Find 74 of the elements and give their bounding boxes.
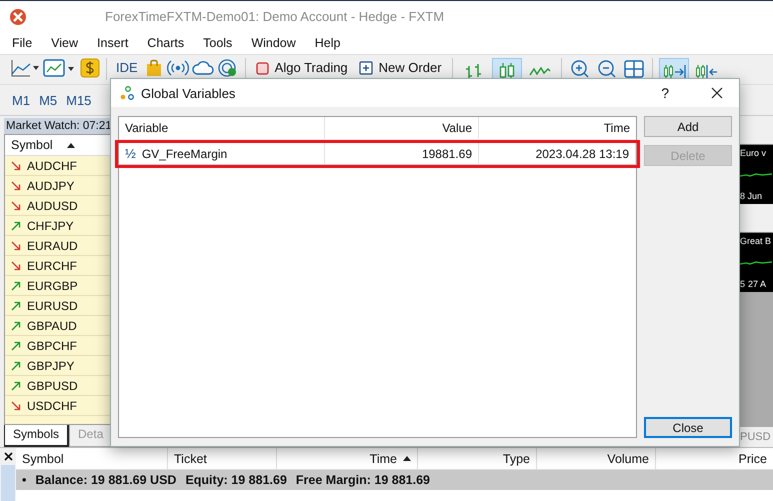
- column-header[interactable]: Volume: [537, 448, 656, 469]
- up-arrow-icon: [11, 340, 21, 350]
- new-order-button[interactable]: New Order: [354, 60, 446, 76]
- panel-title: Market Watch: 07:21: [4, 118, 112, 134]
- table-cell: 2023.04.28 13:19: [536, 146, 629, 160]
- down-arrow-icon: [11, 160, 21, 170]
- chart-panel[interactable]: Euro v 8 Jun: [738, 144, 773, 204]
- account-summary: Free Margin: 19 881.69: [296, 473, 430, 487]
- menu-item[interactable]: File: [4, 36, 40, 50]
- up-arrow-icon: [11, 380, 21, 390]
- up-arrow-icon: [11, 320, 21, 330]
- price-line-drawing: [740, 258, 772, 266]
- dots-icon: [119, 85, 135, 101]
- side-panel-strip: [1, 465, 15, 501]
- column-header[interactable]: Price: [656, 448, 773, 469]
- up-arrow-icon: [11, 280, 21, 290]
- dialog-button[interactable]: Add: [644, 116, 732, 137]
- ide-button[interactable]: IDE: [113, 60, 141, 76]
- highlighted-row[interactable]: ½ GV_FreeMargin 19881.69 2023.04.28 13:19: [115, 140, 640, 168]
- menu-item[interactable]: Tools: [195, 36, 240, 50]
- menu-item[interactable]: Window: [243, 36, 304, 50]
- sort-arrow-icon: [66, 142, 75, 148]
- chart-title: Euro v: [740, 148, 768, 158]
- up-arrow-icon: [11, 300, 21, 310]
- timeframe-button[interactable]: M5: [39, 92, 58, 108]
- column-header[interactable]: Time: [479, 117, 636, 139]
- logo-icon: [9, 8, 27, 26]
- tile-windows-icon[interactable]: [622, 58, 646, 80]
- price-line-drawing: [740, 170, 772, 178]
- down-arrow-icon: [11, 240, 21, 250]
- menu-item[interactable]: Help: [306, 36, 348, 50]
- column-header[interactable]: Symbol: [16, 448, 168, 469]
- menu-item[interactable]: Insert: [89, 36, 136, 50]
- dialog-title: Global Variables: [141, 86, 236, 100]
- column-header[interactable]: Type: [418, 448, 537, 469]
- column-header[interactable]: Time: [277, 448, 418, 469]
- broadcast-icon[interactable]: [166, 58, 189, 78]
- close-icon[interactable]: [4, 452, 12, 461]
- chart-window-icon[interactable]: [43, 58, 77, 80]
- stop-icon: [256, 62, 269, 74]
- bullet: •: [22, 473, 26, 487]
- column-header[interactable]: Value: [325, 117, 479, 139]
- up-arrow-icon: [11, 220, 21, 230]
- down-arrow-icon: [11, 180, 21, 190]
- chart-panel[interactable]: Great B 5 27 A: [738, 232, 773, 292]
- table-cell: 19881.69: [422, 146, 472, 160]
- down-arrow-icon: [11, 260, 21, 270]
- help-button[interactable]: ?: [661, 85, 669, 101]
- plus-icon: [358, 61, 373, 75]
- axis-label: 5: [740, 279, 746, 289]
- timeframe-button[interactable]: M15: [66, 92, 92, 108]
- signal-icon[interactable]: [216, 58, 239, 78]
- dialog-button[interactable]: Close: [644, 417, 732, 438]
- algo-trading-button[interactable]: Algo Trading: [252, 60, 352, 76]
- column-header[interactable]: Ticket: [168, 448, 277, 469]
- window-title: ForexTimeFXTM-Demo01: Demo Account - Hedge - FXTM: [105, 9, 444, 24]
- close-icon[interactable]: [711, 87, 723, 99]
- account-summary: Equity: 19 881.69: [185, 473, 287, 487]
- axis-label: 27 A: [748, 279, 766, 289]
- column-header[interactable]: Variable: [119, 117, 325, 139]
- chart-title: Great B: [740, 236, 772, 246]
- menu-item[interactable]: Charts: [139, 36, 192, 50]
- menu-item[interactable]: View: [43, 36, 86, 50]
- up-arrow-icon: [11, 360, 21, 370]
- down-arrow-icon: [11, 200, 21, 210]
- timeframe-button[interactable]: M1: [12, 92, 30, 108]
- dollar-icon[interactable]: [80, 58, 100, 78]
- account-summary: Balance: 19 881.69 USD: [35, 473, 176, 487]
- down-arrow-icon: [11, 400, 21, 410]
- type-glyph: ½: [125, 146, 136, 161]
- panel-tab[interactable]: Symbols: [4, 425, 70, 447]
- axis-label: 8 Jun: [740, 191, 762, 201]
- line-chart-icon[interactable]: [10, 58, 40, 78]
- table-cell: GV_FreeMargin: [142, 146, 228, 160]
